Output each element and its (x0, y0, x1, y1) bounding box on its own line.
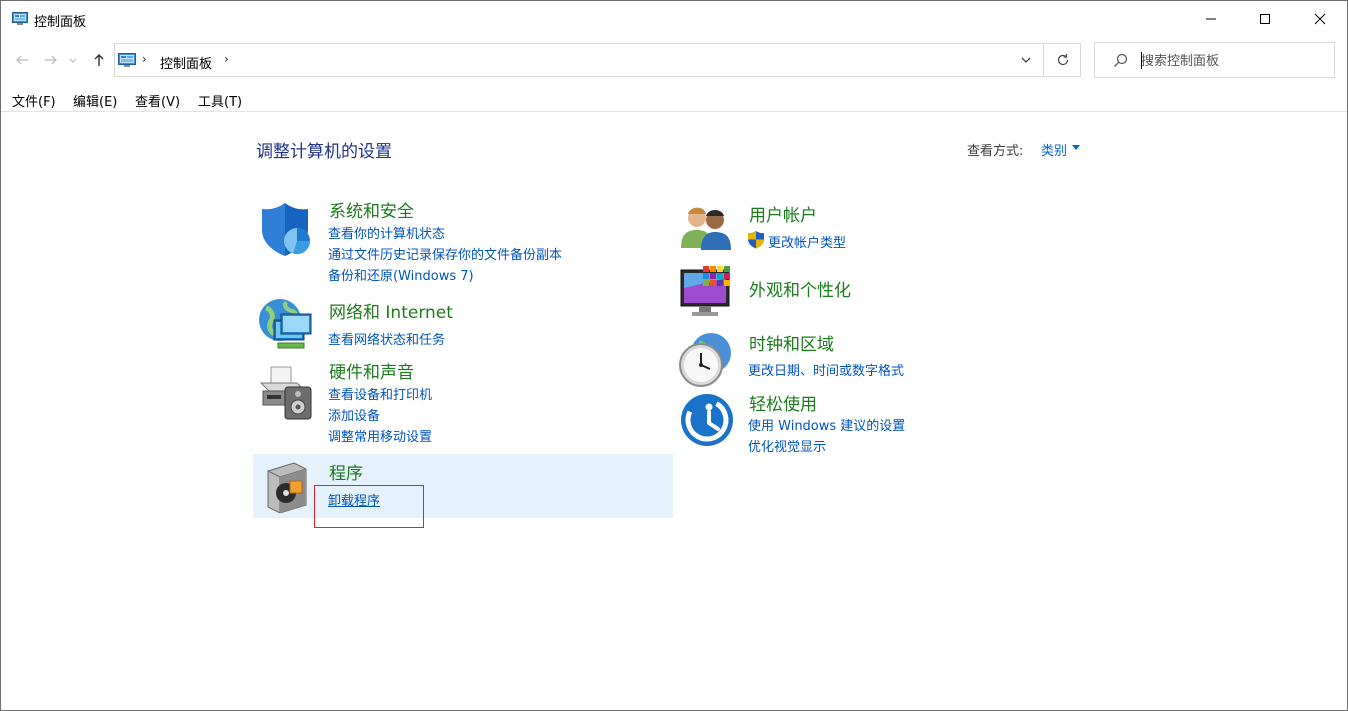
arrow-right-icon (45, 55, 57, 65)
programs-box-icon[interactable] (264, 461, 310, 513)
menu-view[interactable]: 查看(V) (135, 91, 180, 110)
ease-of-access-icon[interactable] (680, 393, 734, 447)
network-globe-icon[interactable] (256, 296, 314, 354)
category-title-appearance[interactable]: 外观和个性化 (749, 276, 851, 301)
menu-edit[interactable]: 编辑(E) (73, 91, 117, 110)
shield-icon[interactable] (259, 201, 315, 259)
search-input[interactable] (1141, 51, 1321, 71)
refresh-icon[interactable] (1055, 52, 1071, 68)
link-network-status-tasks[interactable]: 查看网络状态和任务 (328, 329, 445, 348)
control-panel-app-icon (12, 12, 28, 25)
breadcrumb-separator-icon[interactable]: › (224, 52, 229, 66)
link-optimize-visual-display[interactable]: 优化视觉显示 (748, 436, 826, 455)
window-title: 控制面板 (34, 15, 87, 30)
category-title-hardware-sound[interactable]: 硬件和声音 (329, 358, 414, 383)
menu-tools[interactable]: 工具(T) (198, 91, 242, 110)
link-backup-restore[interactable]: 备份和还原(Windows 7) (328, 265, 474, 284)
maximize-button[interactable] (1242, 1, 1288, 37)
caret-down-icon[interactable] (1072, 145, 1080, 150)
address-bar[interactable]: › 控制面板 › (114, 43, 1081, 77)
address-divider (1043, 44, 1044, 76)
link-windows-recommended-settings[interactable]: 使用 Windows 建议的设置 (748, 415, 905, 434)
address-dropdown-icon[interactable] (1018, 52, 1034, 68)
link-devices-printers[interactable]: 查看设备和打印机 (328, 384, 432, 403)
link-view-computer-status[interactable]: 查看你的计算机状态 (328, 223, 445, 242)
menu-file[interactable]: 文件(F) (12, 91, 56, 110)
category-title-ease-of-access[interactable]: 轻松使用 (749, 390, 817, 415)
annotation-highlight-box (314, 485, 424, 528)
close-button[interactable] (1297, 1, 1343, 37)
control-panel-window: 控制面板 › 控制面板 › 搜索控制面板 文件(F) 编辑(E) 查看(V) 工… (0, 0, 1348, 711)
link-change-date-time-format[interactable]: 更改日期、时间或数字格式 (748, 360, 904, 379)
search-icon (1114, 53, 1128, 67)
category-title-clock-region[interactable]: 时钟和区域 (749, 330, 834, 355)
category-title-user-accounts[interactable]: 用户帐户 (749, 201, 817, 226)
page-title: 调整计算机的设置 (256, 142, 392, 162)
printer-icon[interactable] (257, 365, 315, 421)
arrow-up-icon (94, 54, 104, 66)
view-by-dropdown[interactable]: 类别 (1041, 140, 1067, 159)
title-bar: 控制面板 (1, 1, 1347, 37)
link-mobility-settings[interactable]: 调整常用移动设置 (328, 426, 432, 445)
minimize-icon (1206, 18, 1216, 20)
back-button[interactable] (12, 50, 32, 70)
control-panel-icon (118, 53, 136, 67)
text-caret (1141, 52, 1142, 69)
chevron-down-icon (69, 58, 77, 63)
recent-locations-button[interactable] (66, 50, 80, 70)
users-icon[interactable] (679, 204, 733, 250)
link-change-account-type[interactable]: 更改帐户类型 (768, 232, 846, 251)
maximize-icon (1260, 14, 1270, 24)
link-add-device[interactable]: 添加设备 (328, 405, 380, 424)
arrow-left-icon (16, 55, 28, 65)
breadcrumb-control-panel[interactable]: 控制面板 (160, 53, 212, 72)
forward-button[interactable] (41, 50, 61, 70)
category-title-programs[interactable]: 程序 (329, 459, 363, 484)
category-title-network-internet[interactable]: 网络和 Internet (329, 298, 453, 323)
up-button[interactable] (89, 50, 109, 70)
breadcrumb-separator-icon[interactable]: › (142, 52, 147, 66)
clock-globe-icon[interactable] (677, 331, 735, 389)
uac-shield-icon (748, 231, 764, 249)
link-file-history-backup[interactable]: 通过文件历史记录保存你的文件备份副本 (328, 244, 562, 263)
category-title-system-security[interactable]: 系统和安全 (329, 197, 414, 222)
close-icon (1314, 13, 1326, 25)
menu-separator (1, 111, 1347, 112)
appearance-monitor-icon[interactable] (679, 264, 737, 320)
search-box[interactable] (1094, 42, 1335, 78)
view-by-label: 查看方式: (967, 144, 1024, 159)
minimize-button[interactable] (1188, 1, 1234, 37)
